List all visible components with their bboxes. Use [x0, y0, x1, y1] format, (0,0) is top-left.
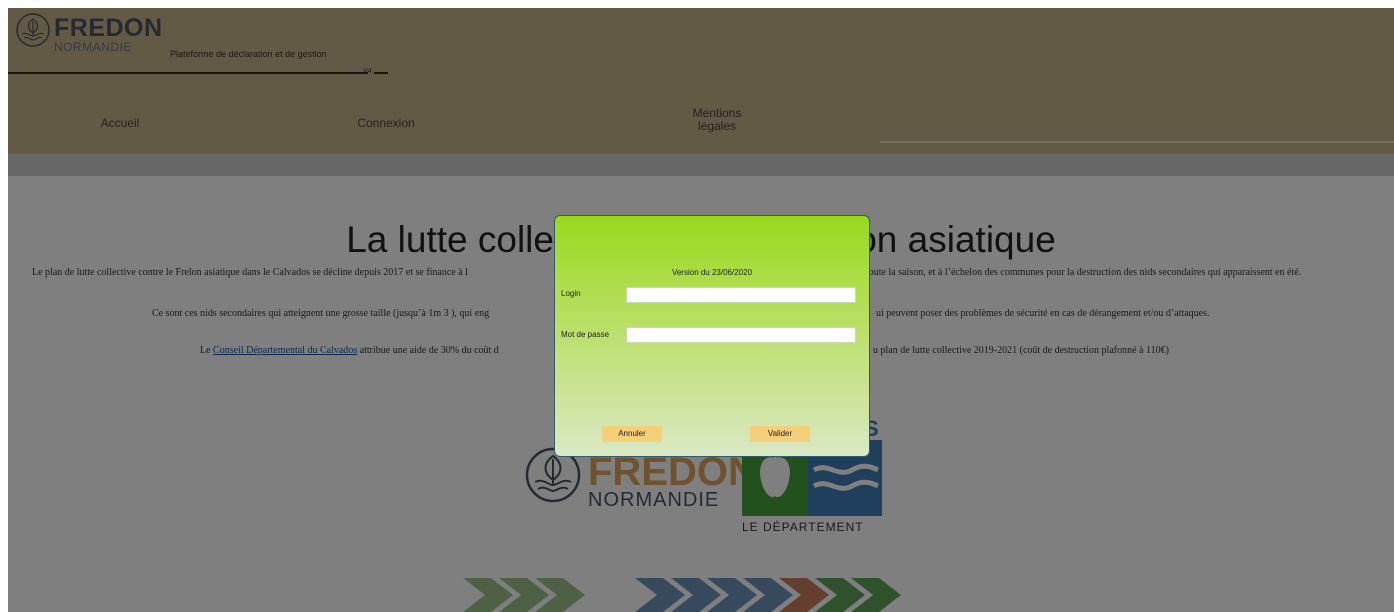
page-frame: FREDON NORMANDIE Plateforme de déclarati… — [8, 8, 1394, 612]
password-label: Mot de passe — [561, 330, 610, 339]
submit-button[interactable]: Valider — [750, 426, 810, 442]
password-input[interactable] — [626, 327, 856, 343]
login-input[interactable] — [626, 287, 856, 303]
login-label: Login — [561, 289, 581, 298]
cancel-button[interactable]: Annuler — [602, 426, 662, 442]
dialog-version: Version du 23/06/2020 — [671, 268, 753, 277]
login-dialog: Version du 23/06/2020 Login Mot de passe… — [554, 215, 870, 457]
